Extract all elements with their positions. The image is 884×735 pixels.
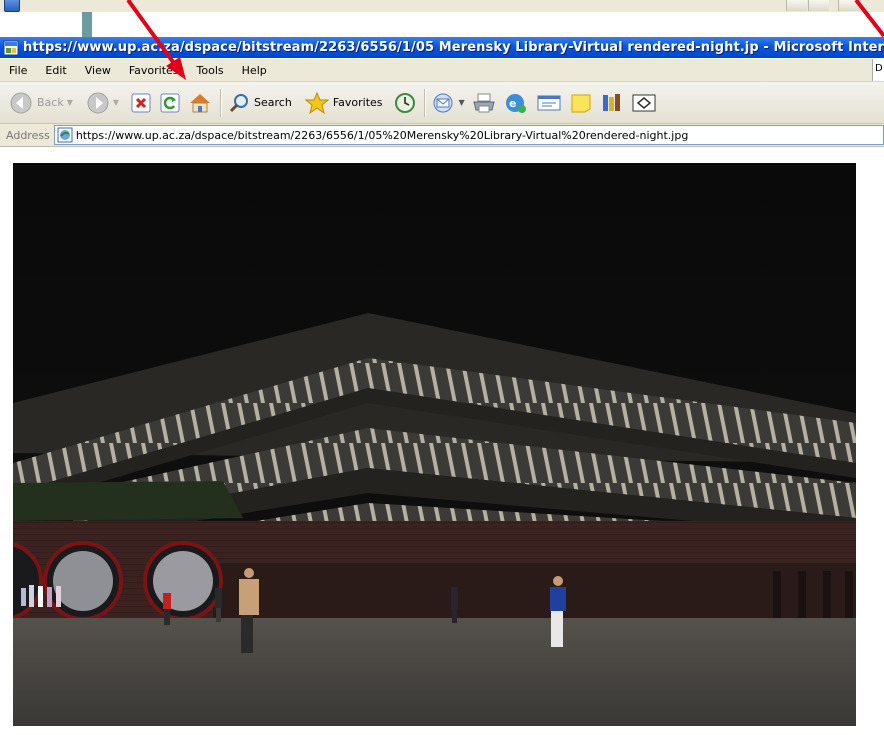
page-icon	[57, 127, 73, 143]
address-bar: Address https://www.up.ac.za/dspace/bits…	[0, 124, 884, 147]
background-window-icon	[4, 0, 20, 12]
fullscreen-button[interactable]	[628, 86, 660, 120]
screen: https://www.up.ac.za/dspace/bitstream/22…	[0, 0, 884, 735]
back-button[interactable]: Back ▼	[6, 86, 76, 120]
internet-explorer-icon	[3, 40, 19, 55]
background-window-maximize-button[interactable]	[808, 0, 829, 11]
discuss-button[interactable]	[533, 86, 565, 120]
discuss-icon	[537, 95, 561, 110]
refresh-button[interactable]	[156, 86, 184, 120]
forward-dropdown-icon[interactable]: ▼	[113, 98, 119, 107]
background-window-content	[0, 12, 884, 37]
window-title-bar[interactable]: https://www.up.ac.za/dspace/bitstream/22…	[0, 37, 884, 58]
home-button[interactable]	[185, 86, 215, 120]
menu-view[interactable]: View	[76, 64, 120, 77]
back-arrow-icon	[10, 92, 32, 113]
mail-dropdown-icon[interactable]: ▼	[459, 98, 465, 107]
favorites-label: Favorites	[332, 96, 383, 109]
edit-button[interactable]: e	[500, 86, 532, 120]
note-icon	[571, 94, 591, 112]
print-button[interactable]	[469, 86, 499, 120]
menu-tools[interactable]: Tools	[188, 64, 233, 77]
background-window-close-button[interactable]	[838, 0, 859, 11]
menu-favorites[interactable]: Favorites	[120, 64, 188, 77]
research-button[interactable]	[597, 86, 627, 120]
merensky-library-night-image	[13, 163, 856, 726]
refresh-icon	[160, 93, 180, 112]
research-icon	[602, 93, 620, 111]
menu-file[interactable]: File	[0, 64, 36, 77]
history-icon	[394, 92, 415, 113]
background-window-minimize-button[interactable]	[786, 0, 807, 11]
window-title: https://www.up.ac.za/dspace/bitstream/22…	[23, 40, 884, 55]
back-label: Back	[37, 96, 64, 109]
menu-bar: File Edit View Favorites Tools Help D	[0, 59, 884, 82]
address-input[interactable]: https://www.up.ac.za/dspace/bitstream/22…	[53, 125, 884, 145]
menu-help[interactable]: Help	[233, 64, 276, 77]
printer-icon	[473, 93, 495, 112]
magnifier-icon	[229, 93, 249, 112]
forward-arrow-icon	[87, 92, 109, 113]
background-window-divider	[82, 12, 92, 37]
forward-button[interactable]: ▼	[83, 86, 122, 120]
back-dropdown-icon[interactable]: ▼	[67, 98, 73, 107]
stop-button[interactable]	[127, 86, 155, 120]
favorites-button[interactable]: Favorites	[302, 86, 386, 120]
star-icon	[304, 91, 329, 114]
person-red-jacket	[163, 593, 171, 625]
home-icon	[190, 93, 211, 112]
standard-toolbar: Back ▼ ▼ Search Favorites ▼ e	[0, 82, 884, 124]
toolbar-separator	[220, 88, 222, 117]
adjacent-window-edge: D	[872, 59, 884, 81]
stop-icon	[131, 93, 151, 112]
search-button[interactable]: Search	[225, 86, 295, 120]
person-background	[451, 587, 458, 623]
address-url: https://www.up.ac.za/dspace/bitstream/22…	[75, 128, 689, 142]
address-label: Address	[6, 128, 50, 142]
mail-button[interactable]: ▼	[429, 86, 468, 120]
person-dark	[215, 588, 222, 622]
mail-icon	[433, 93, 453, 112]
edit-icon: e	[505, 93, 526, 113]
svg-text:e: e	[509, 97, 516, 110]
fullscreen-icon	[632, 94, 656, 111]
page-content	[0, 147, 884, 735]
menu-edit[interactable]: Edit	[36, 64, 75, 77]
messenger-button[interactable]	[566, 86, 596, 120]
toolbar-separator	[423, 88, 425, 117]
building-render	[13, 163, 856, 726]
history-button[interactable]	[391, 86, 419, 120]
search-label: Search	[254, 96, 292, 109]
